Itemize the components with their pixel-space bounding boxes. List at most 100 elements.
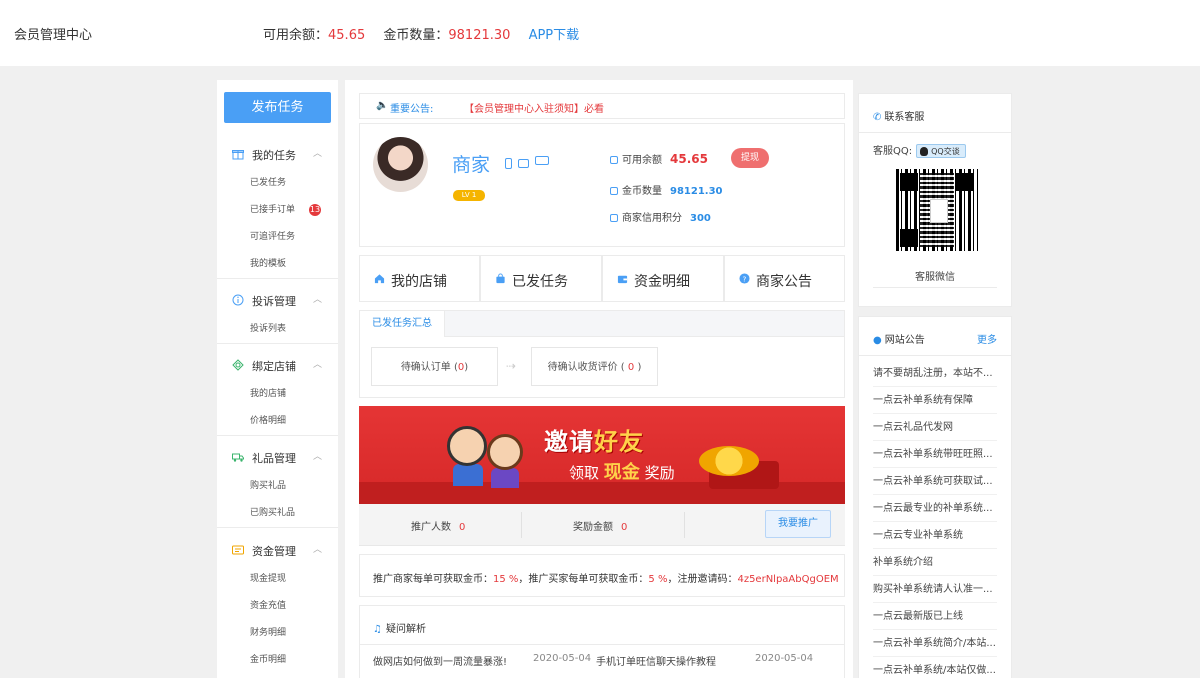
pending-reviews-box[interactable]: 待确认收货评价 ( 0 ) xyxy=(531,347,658,386)
faq-question[interactable]: 手机订单旺信聊天操作教程 xyxy=(596,653,716,668)
pending-orders-count: 0 xyxy=(457,362,465,373)
announcement-item[interactable]: 一点云最专业的补单系统... xyxy=(873,495,997,522)
banner-title-part: 邀请 xyxy=(544,428,594,456)
nav-published-tasks[interactable]: 已发任务 xyxy=(480,255,602,302)
qq-chat-button[interactable]: QQ交谈 xyxy=(916,144,966,158)
divider xyxy=(859,132,1011,133)
divider xyxy=(217,278,338,279)
invite-banner[interactable]: 邀请好友 领取 现金 奖励 xyxy=(359,406,845,504)
contact-title-text: 联系客服 xyxy=(884,112,925,123)
coin-icon xyxy=(610,214,618,222)
announcement-item[interactable]: 一点云补单系统有保障 xyxy=(873,387,997,414)
balance-label: 可用余额 xyxy=(622,155,662,166)
notice-link[interactable]: 【会员管理中心入驻须知】必看 xyxy=(464,100,604,115)
sidebar-item-price-detail[interactable]: 价格明细 xyxy=(217,408,338,435)
sidebar-group-head[interactable]: 礼品管理 ︿ xyxy=(217,443,338,473)
sidebar-item-templates[interactable]: 我的模板 xyxy=(217,251,338,278)
faq-question[interactable]: 做网店如何做到一周流量暴涨! xyxy=(373,653,507,668)
quick-nav: 我的店铺 已发任务 资金明细 ? 商家公告 xyxy=(359,255,845,302)
contact-card: ✆ 联系客服 客服QQ: QQ交谈 客服微信 xyxy=(858,93,1012,307)
balance-value: 45.65 xyxy=(328,28,366,43)
banner-sub-part: 奖励 xyxy=(644,464,675,482)
sidebar-item-followup-tasks[interactable]: 可追评任务 xyxy=(217,224,338,251)
sidebar-item-finance-detail[interactable]: 财务明细 xyxy=(217,620,338,647)
bag-icon xyxy=(496,273,505,284)
announcement-card: ● 网站公告 更多 请不要胡乱注册，本站不... 一点云补单系统有保障 一点云礼品… xyxy=(858,316,1012,678)
qq-row: 客服QQ: QQ交谈 xyxy=(873,142,966,158)
sidebar-group-label: 资金管理 xyxy=(252,545,296,558)
contact-title: ✆ 联系客服 xyxy=(873,108,924,123)
cartoon-face xyxy=(447,426,487,466)
faq-title-text: 疑问解析 xyxy=(385,624,426,635)
main-content: 🔈 重要公告: 【会员管理中心入驻须知】必看 商家 LV 1 可用余额 45.65… xyxy=(345,80,853,678)
pending-orders-label: 待确认订单 xyxy=(400,362,451,373)
sidebar-group-label: 绑定店铺 xyxy=(252,360,296,373)
announcement-item[interactable]: 一点云补单系统简介/本站... xyxy=(873,630,997,657)
qq-label: 客服QQ: xyxy=(873,146,913,157)
faq-panel: ♫ 疑问解析 做网店如何做到一周流量暴涨! 2020-05-04 手机订单旺信聊天… xyxy=(359,605,845,678)
withdraw-button[interactable]: 提现 xyxy=(731,148,769,168)
level-badge: LV 1 xyxy=(453,190,485,201)
sidebar-group-shops: 绑定店铺 ︿ 我的店铺 价格明细 xyxy=(217,351,338,436)
invite-code: 4z5erNlpaAbQgOEM xyxy=(737,574,839,585)
divider xyxy=(217,527,338,528)
coin-icon xyxy=(610,187,618,195)
promote-button[interactable]: 我要推广 xyxy=(765,510,831,538)
sidebar-item-complaint-list[interactable]: 投诉列表 xyxy=(217,316,338,343)
sidebar-item-published-tasks[interactable]: 已发任务 xyxy=(217,170,338,197)
announcement-item[interactable]: 补单系统介绍 xyxy=(873,549,997,576)
phone-icon: ✆ xyxy=(873,112,882,123)
sidebar-item-recharge[interactable]: 资金充值 xyxy=(217,593,338,620)
publish-task-button[interactable]: 发布任务 xyxy=(224,92,331,123)
sidebar-item-buy-gifts[interactable]: 购买礼品 xyxy=(217,473,338,500)
chevron-up-icon: ︿ xyxy=(312,295,322,305)
invite-text-part: ，注册邀请码： xyxy=(667,574,738,585)
sidebar-group-head[interactable]: 投诉管理 ︿ xyxy=(217,286,338,316)
wechat-qr-code xyxy=(896,169,978,251)
sidebar-item-bought-gifts[interactable]: 已购买礼品 xyxy=(217,500,338,527)
tab-task-summary[interactable]: 已发任务汇总 xyxy=(360,311,445,337)
home-icon xyxy=(374,274,385,284)
nav-label: 资金明细 xyxy=(634,274,690,290)
nav-merchant-notice[interactable]: ? 商家公告 xyxy=(724,255,845,302)
pending-reviews-label: 待确认收货评价 xyxy=(547,362,618,373)
chevron-up-icon: ︿ xyxy=(312,360,322,370)
announcement-item[interactable]: 一点云补单系统可获取试... xyxy=(873,468,997,495)
coins-value: 98121.30 xyxy=(670,186,723,197)
balance-row: 可用余额 45.65 xyxy=(610,151,708,166)
promo-reward-label: 奖励金额 xyxy=(573,522,613,533)
credit-label: 商家信用积分 xyxy=(622,213,682,224)
more-link[interactable]: 更多 xyxy=(977,331,997,346)
sidebar-group-head[interactable]: 资金管理 ︿ xyxy=(217,536,338,566)
sidebar-item-withdraw[interactable]: 现金提现 xyxy=(217,566,338,593)
announcement-item[interactable]: 购买补单系统请人认准一... xyxy=(873,576,997,603)
sidebar-item-my-shop[interactable]: 我的店铺 xyxy=(217,381,338,408)
announcement-item[interactable]: 一点云最新版已上线 xyxy=(873,603,997,630)
buyer-rate: 5 % xyxy=(648,574,668,585)
sidebar-item-coin-detail[interactable]: 金币明细 xyxy=(217,647,338,674)
announcement-item[interactable]: 一点云专业补单系统 xyxy=(873,522,997,549)
coins-value: 98121.30 xyxy=(448,28,511,43)
announcement-item[interactable]: 一点云补单系统带旺旺照... xyxy=(873,441,997,468)
tab-strip: 已发任务汇总 xyxy=(360,311,844,337)
verify-icons xyxy=(505,156,549,170)
banner-sub-part: 现金 xyxy=(603,462,640,483)
divider xyxy=(873,287,997,288)
announcement-item[interactable]: 一点云补单系统/本站仅做... xyxy=(873,657,997,678)
app-download-link[interactable]: APP下载 xyxy=(529,28,580,43)
announcement-item[interactable]: 一点云礼品代发网 xyxy=(873,414,997,441)
divider xyxy=(217,435,338,436)
sidebar-group-head[interactable]: 绑定店铺 ︿ xyxy=(217,351,338,381)
pending-orders-box[interactable]: 待确认订单 (0) xyxy=(371,347,498,386)
nav-my-shop[interactable]: 我的店铺 xyxy=(359,255,480,302)
announcement-item[interactable]: 请不要胡乱注册，本站不... xyxy=(873,360,997,387)
nav-fund-detail[interactable]: 资金明细 xyxy=(602,255,724,302)
divider xyxy=(521,512,522,538)
balance-label: 可用余额： xyxy=(263,28,329,43)
announcement-title: ● 网站公告 xyxy=(873,331,925,346)
sidebar-group-gifts: 礼品管理 ︿ 购买礼品 已购买礼品 xyxy=(217,443,338,528)
sidebar-item-accepted-orders[interactable]: 已接手订单 13 xyxy=(217,197,338,224)
nav-label: 我的店铺 xyxy=(391,274,447,290)
sidebar-group-head[interactable]: 我的任务 ︿ xyxy=(217,140,338,170)
phone-icon xyxy=(505,158,512,169)
